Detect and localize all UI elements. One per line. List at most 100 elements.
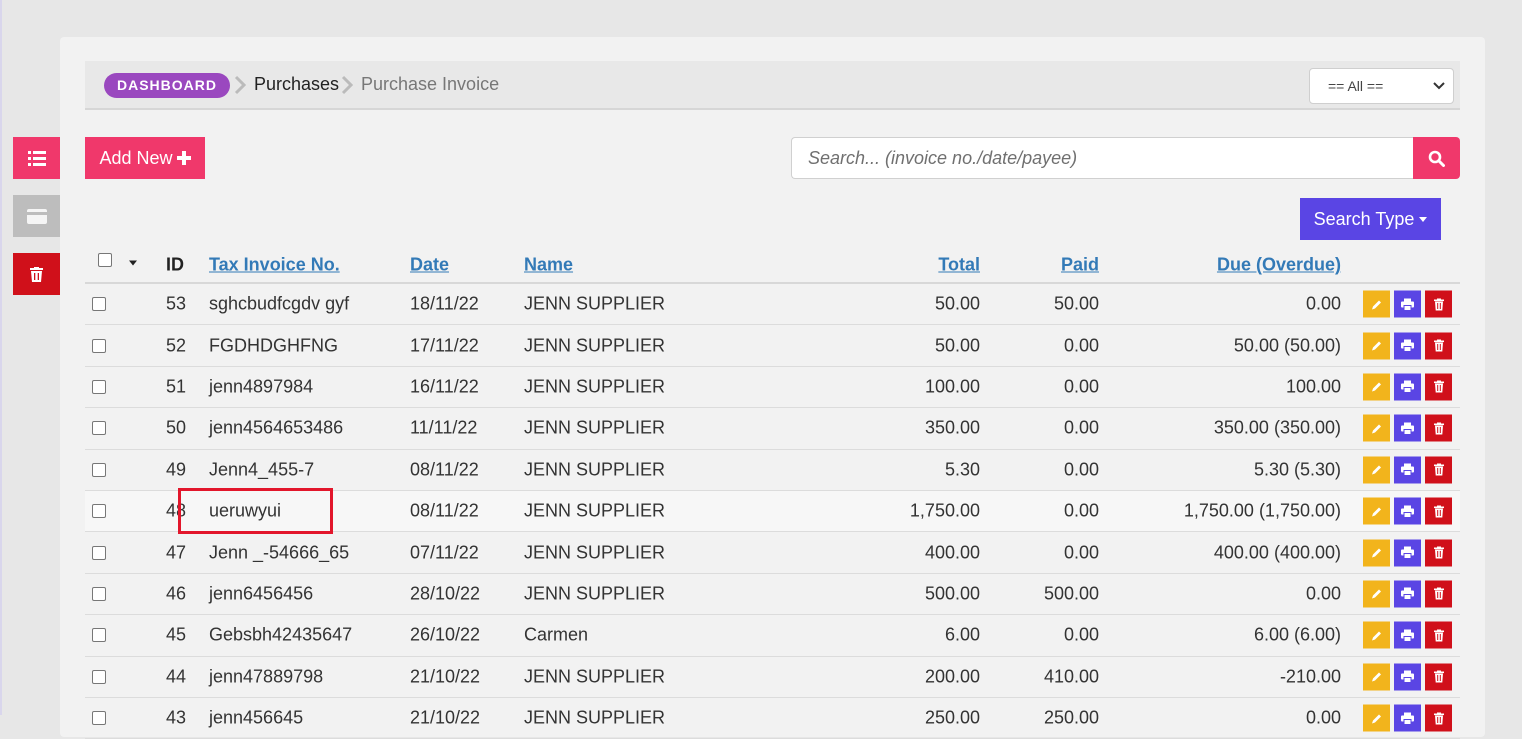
search-input[interactable] (791, 137, 1413, 179)
print-button[interactable] (1394, 704, 1421, 732)
row-checkbox[interactable] (92, 379, 106, 394)
cell-due: 100.00 (1285, 376, 1341, 397)
header-name[interactable]: Name (524, 255, 573, 276)
cell-due: 0.00 (1305, 583, 1341, 604)
cell-id: 45 (166, 624, 187, 645)
cell-paid: 50.00 (1053, 293, 1099, 314)
breadcrumb-purchases[interactable]: Purchases (254, 74, 339, 95)
row-actions (1363, 621, 1452, 649)
delete-button[interactable] (1425, 290, 1452, 318)
chevron-right-icon (234, 75, 246, 95)
delete-selected-button[interactable] (13, 253, 60, 295)
edit-button[interactable] (1363, 497, 1390, 525)
cell-date: 18/11/22 (410, 293, 479, 314)
cell-total: 50.00 (934, 293, 980, 314)
cell-total: 6.00 (944, 624, 980, 645)
row-checkbox[interactable] (92, 545, 106, 560)
trash-icon (1433, 670, 1444, 683)
header-date[interactable]: Date (410, 255, 449, 276)
print-button[interactable] (1394, 580, 1421, 608)
delete-button[interactable] (1425, 539, 1452, 567)
cell-due: 6.00 (6.00) (1253, 624, 1341, 645)
print-button[interactable] (1394, 497, 1421, 525)
row-checkbox[interactable] (92, 297, 106, 312)
table-row: 52 FGDHDGHFNG 17/11/22 JENN SUPPLIER 50.00 0.… (85, 325, 1460, 367)
table-row: 46 jenn6456456 28/10/22 JENN SUPPLIER 500.00… (85, 574, 1460, 616)
edit-button[interactable] (1363, 373, 1390, 401)
print-button[interactable] (1394, 373, 1421, 401)
row-checkbox[interactable] (92, 628, 106, 643)
table-row: 44 jenn47889798 21/10/22 JENN SUPPLIER 200.0… (85, 657, 1460, 698)
list-view-button[interactable] (13, 137, 60, 179)
header-total[interactable]: Total (938, 255, 980, 276)
delete-button[interactable] (1425, 414, 1452, 442)
edit-button[interactable] (1363, 414, 1390, 442)
select-all-checkbox[interactable] (98, 253, 112, 267)
cell-invoice-no: jenn4897984 (209, 376, 314, 397)
filter-select[interactable]: == All == (1309, 68, 1454, 104)
edit-button[interactable] (1363, 580, 1390, 608)
cell-total: 400.00 (924, 542, 980, 563)
header-tax-invoice-no[interactable]: Tax Invoice No. (209, 255, 340, 276)
search-button[interactable] (1413, 137, 1460, 179)
print-button[interactable] (1394, 332, 1421, 360)
cell-name: JENN SUPPLIER (524, 376, 666, 397)
cell-due: 350.00 (350.00) (1213, 417, 1341, 438)
table-row: 49 Jenn4_455-7 08/11/22 JENN SUPPLIER 5.30 0.… (85, 450, 1460, 491)
row-checkbox[interactable] (92, 462, 106, 477)
cell-id: 44 (166, 666, 187, 687)
cell-total: 250.00 (924, 707, 980, 728)
row-checkbox[interactable] (92, 504, 106, 519)
edit-button[interactable] (1363, 621, 1390, 649)
cell-invoice-no: jenn4564653486 (209, 417, 344, 438)
row-checkbox[interactable] (92, 421, 106, 436)
delete-button[interactable] (1425, 663, 1452, 691)
print-button[interactable] (1394, 539, 1421, 567)
edit-button[interactable] (1363, 456, 1390, 484)
cell-date: 16/11/22 (410, 376, 479, 397)
cell-invoice-no: jenn6456456 (209, 583, 314, 604)
payment-button[interactable] (13, 195, 60, 237)
print-button[interactable] (1394, 290, 1421, 318)
print-button[interactable] (1394, 456, 1421, 484)
cell-paid: 0.00 (1063, 624, 1099, 645)
edit-button[interactable] (1363, 704, 1390, 732)
credit-card-icon (26, 208, 47, 224)
cell-date: 21/10/22 (410, 666, 481, 687)
cell-paid: 0.00 (1063, 335, 1099, 356)
edit-button[interactable] (1363, 539, 1390, 567)
header-paid[interactable]: Paid (1061, 255, 1099, 276)
edit-button[interactable] (1363, 290, 1390, 318)
list-icon (27, 150, 46, 166)
edit-button[interactable] (1363, 332, 1390, 360)
delete-button[interactable] (1425, 456, 1452, 484)
cell-id: 51 (166, 376, 187, 397)
row-checkbox[interactable] (92, 338, 106, 353)
header-due[interactable]: Due (Overdue) (1217, 255, 1341, 276)
delete-button[interactable] (1425, 497, 1452, 525)
edit-button[interactable] (1363, 663, 1390, 691)
trash-icon (1433, 629, 1444, 642)
pencil-icon (1371, 507, 1381, 517)
cell-name: JENN SUPPLIER (524, 293, 666, 314)
delete-button[interactable] (1425, 373, 1452, 401)
cell-total: 5.30 (944, 459, 980, 480)
add-new-button[interactable]: Add New (85, 137, 205, 179)
pencil-icon (1371, 631, 1381, 641)
delete-button[interactable] (1425, 332, 1452, 360)
delete-button[interactable] (1425, 704, 1452, 732)
row-checkbox[interactable] (92, 586, 106, 601)
print-button[interactable] (1394, 414, 1421, 442)
search-type-dropdown[interactable]: Search Type (1300, 198, 1441, 240)
breadcrumb-dashboard[interactable]: DASHBOARD (104, 73, 230, 98)
bulk-caret[interactable] (129, 250, 137, 271)
delete-button[interactable] (1425, 621, 1452, 649)
cell-due: 400.00 (400.00) (1213, 542, 1341, 563)
delete-button[interactable] (1425, 580, 1452, 608)
print-button[interactable] (1394, 621, 1421, 649)
cell-id: 46 (166, 583, 187, 604)
print-button[interactable] (1394, 663, 1421, 691)
print-icon (1401, 587, 1414, 600)
row-checkbox[interactable] (92, 669, 106, 684)
row-checkbox[interactable] (92, 711, 106, 726)
